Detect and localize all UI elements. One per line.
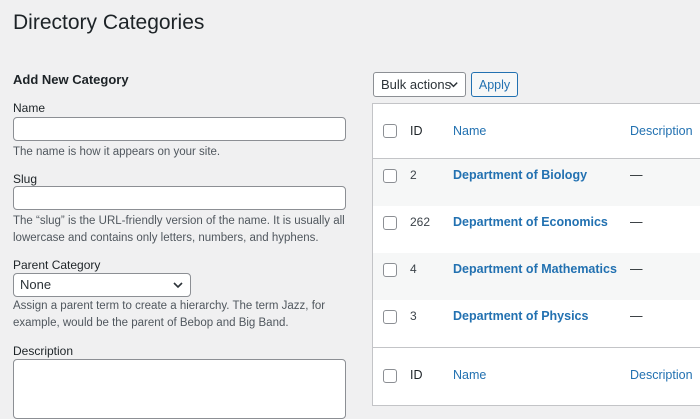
add-category-form: Add New Category Name The name is how it…	[13, 72, 347, 419]
apply-button[interactable]: Apply	[471, 72, 518, 97]
row-description: —	[630, 168, 643, 182]
row-description: —	[630, 309, 643, 323]
bulk-actions-value: Bulk actions	[381, 77, 452, 92]
row-checkbox[interactable]	[383, 310, 397, 324]
name-input[interactable]	[13, 117, 346, 141]
row-id: 4	[410, 262, 417, 276]
description-label: Description	[13, 344, 74, 358]
row-name-link[interactable]: Department of Biology	[453, 168, 587, 182]
table-row: 262 Department of Economics —	[373, 206, 700, 253]
row-description: —	[630, 215, 643, 229]
column-header-id: ID	[410, 124, 423, 138]
row-description: —	[630, 262, 643, 276]
name-label: Name	[13, 101, 46, 115]
slug-label: Slug	[13, 172, 38, 186]
column-footer-name[interactable]: Name	[453, 368, 486, 382]
categories-table: ID Name Description 2 Department of Biol…	[372, 103, 700, 406]
select-all-checkbox[interactable]	[383, 124, 397, 138]
row-id: 2	[410, 168, 417, 182]
row-name-link[interactable]: Department of Economics	[453, 215, 608, 229]
slug-input[interactable]	[13, 186, 346, 210]
bulk-actions-select[interactable]: Bulk actions	[373, 72, 466, 97]
row-name-link[interactable]: Department of Mathematics	[453, 262, 617, 276]
table-footer-row: ID Name Description	[373, 347, 700, 405]
row-checkbox[interactable]	[383, 216, 397, 230]
page-title: Directory Categories	[13, 11, 205, 34]
row-checkbox[interactable]	[383, 169, 397, 183]
form-heading: Add New Category	[13, 72, 129, 87]
table-header-row: ID Name Description	[373, 104, 700, 159]
chevron-down-icon	[173, 282, 183, 289]
column-header-description[interactable]: Description	[630, 124, 693, 138]
parent-category-value: None	[20, 277, 52, 292]
select-all-checkbox[interactable]	[383, 369, 397, 383]
table-row: 2 Department of Biology —	[373, 159, 700, 206]
parent-category-label: Parent Category	[13, 258, 101, 272]
row-name-link[interactable]: Department of Physics	[453, 309, 588, 323]
column-footer-id: ID	[410, 368, 423, 382]
slug-help: The “slug” is the URL-friendly version o…	[13, 215, 345, 244]
row-checkbox[interactable]	[383, 263, 397, 277]
parent-category-select[interactable]: None	[13, 273, 191, 297]
column-footer-description[interactable]: Description	[630, 368, 693, 382]
table-row: 3 Department of Physics —	[373, 300, 700, 347]
table-row: 4 Department of Mathematics —	[373, 253, 700, 300]
name-help: The name is how it appears on your site.	[13, 146, 221, 158]
parent-category-help: Assign a parent term to create a hierarc…	[13, 300, 326, 329]
row-id: 262	[410, 215, 431, 229]
column-header-name[interactable]: Name	[453, 124, 486, 138]
description-textarea[interactable]	[13, 359, 346, 419]
row-id: 3	[410, 309, 417, 323]
chevron-down-icon	[449, 82, 458, 88]
